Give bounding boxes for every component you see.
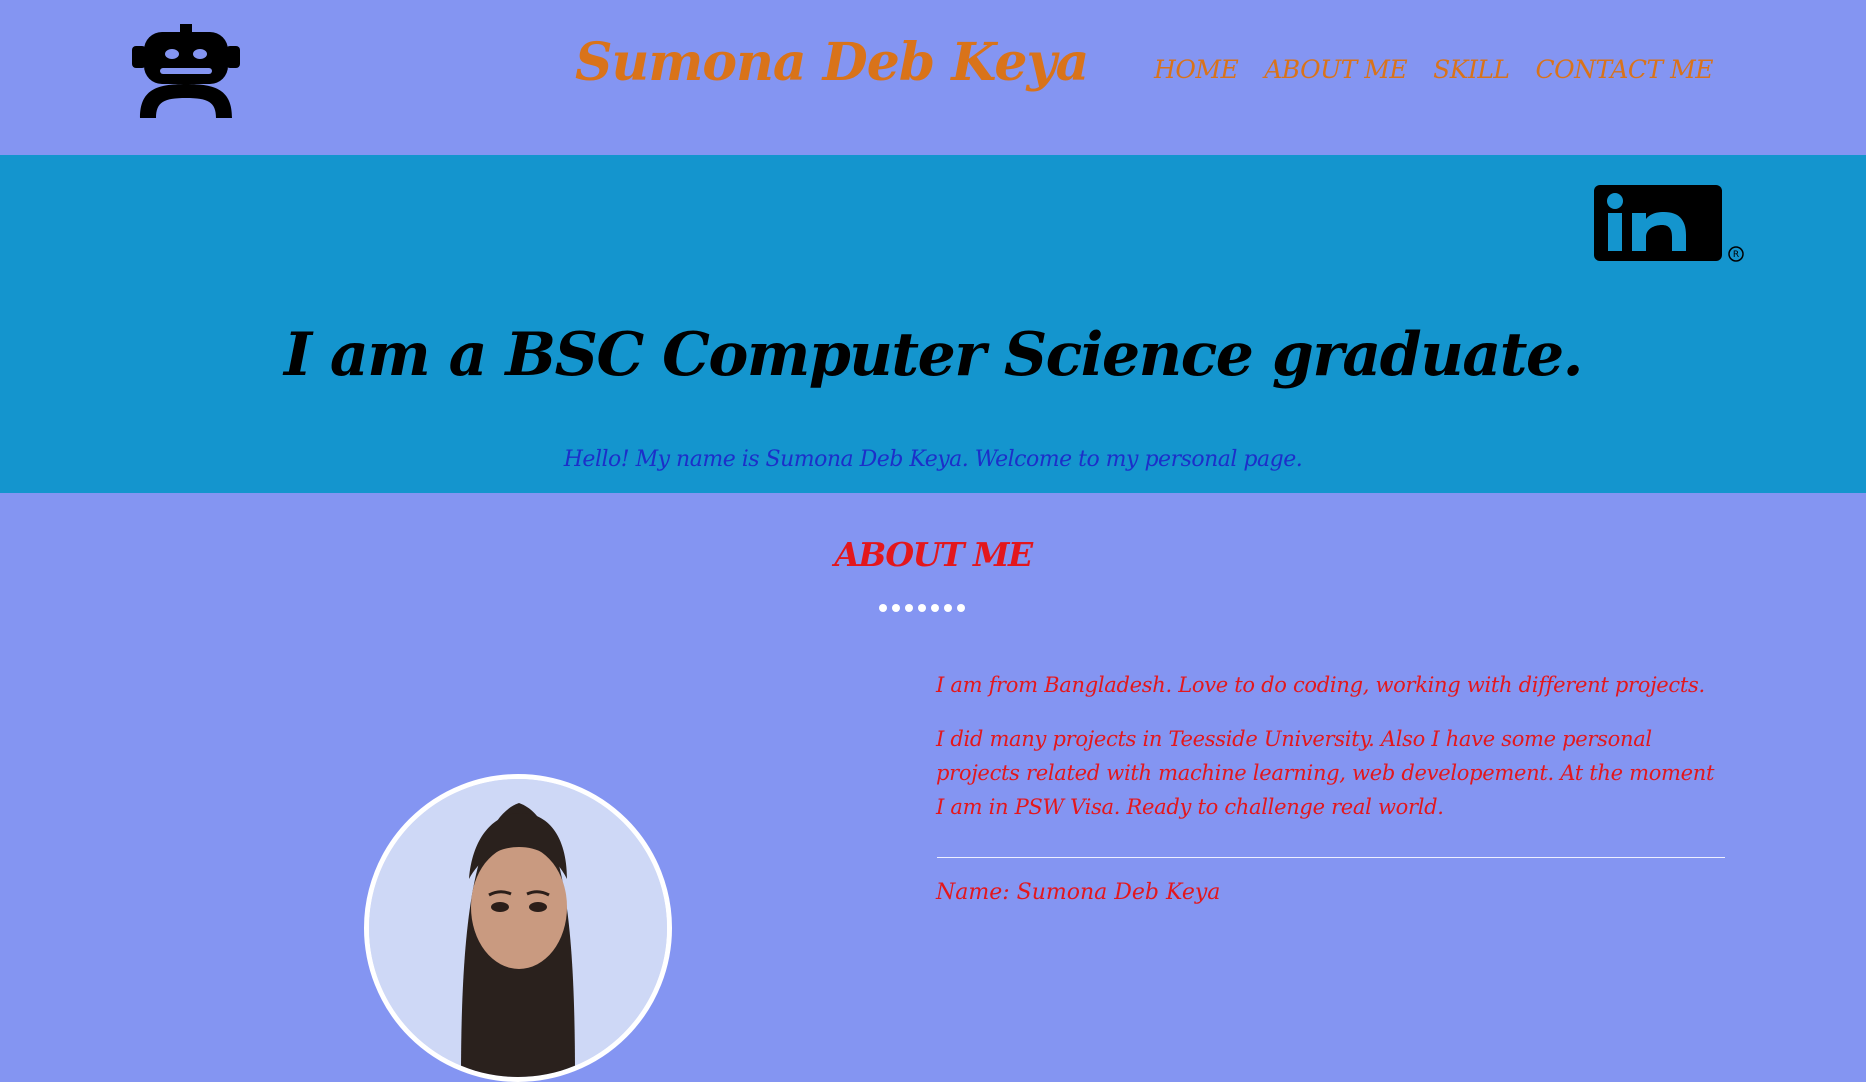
dot [892,604,900,612]
divider-dots [879,604,965,612]
svg-text:R: R [1733,250,1739,260]
nav-about-me[interactable]: ABOUT ME [1264,55,1407,84]
profile-photo [364,774,672,1082]
site-title: Sumona Deb Keya [575,32,1089,93]
dot [918,604,926,612]
about-heading: ABOUT ME [834,535,1033,574]
nav-skill[interactable]: SKILL [1433,55,1510,84]
dot [957,604,965,612]
about-paragraph: I did many projects in Teesside Universi… [936,727,1715,819]
site-header: Sumona Deb Keya HOME ABOUT ME SKILL CONT… [0,0,1866,155]
nav-contact-me[interactable]: CONTACT ME [1536,55,1714,84]
about-name: Name: Sumona Deb Keya [936,880,1221,905]
robot-icon [132,24,240,118]
hero-subtitle: Hello! My name is Sumona Deb Keya. Welco… [563,447,1303,472]
dot [931,604,939,612]
divider-line [937,857,1725,858]
dot [944,604,952,612]
nav-home[interactable]: HOME [1154,55,1239,84]
dot [905,604,913,612]
linkedin-icon[interactable]: R [1594,185,1746,265]
hero-title: I am a BSC Computer Science graduate. [283,320,1584,390]
about-paragraph: I am from Bangladesh. Love to do coding,… [936,673,1705,697]
hero-section: R I am a BSC Computer Science graduate. … [0,155,1866,493]
about-text: I am from Bangladesh. Love to do coding,… [936,668,1726,844]
main-nav: HOME ABOUT ME SKILL CONTACT ME [1154,55,1713,84]
person-portrait-image [369,779,667,1077]
dot [879,604,887,612]
